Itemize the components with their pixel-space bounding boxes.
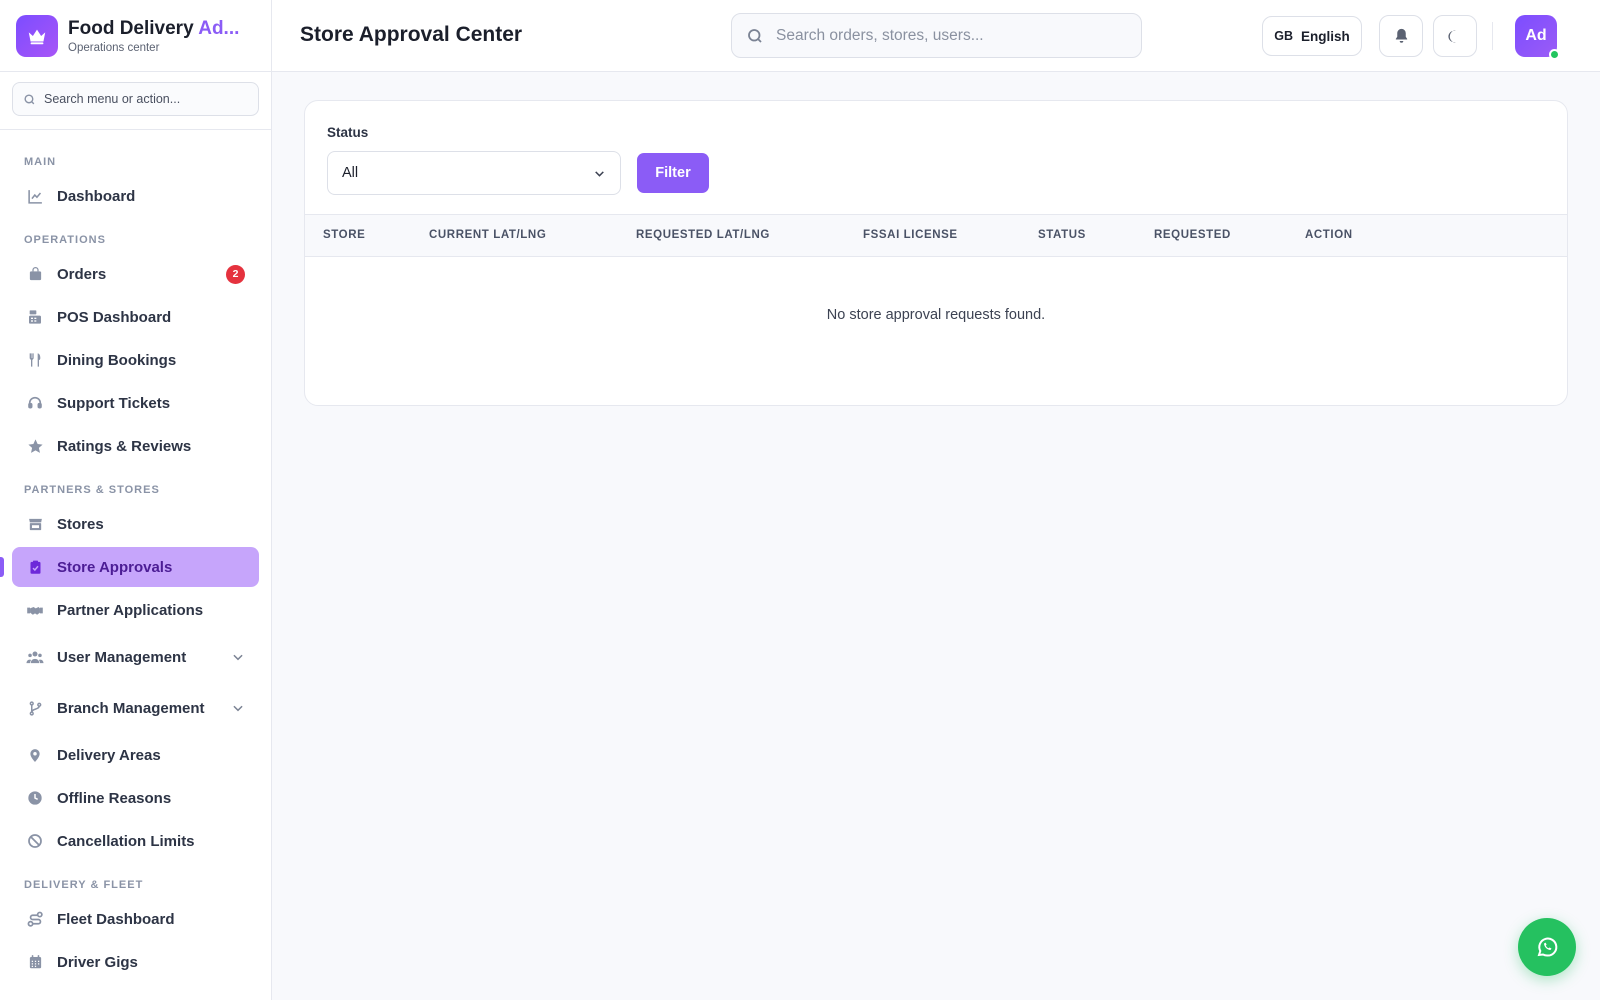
sidebar-item-support[interactable]: Support Tickets <box>12 383 259 423</box>
sidebar-item-dashboard[interactable]: Dashboard <box>12 176 259 216</box>
map-pin-icon <box>26 746 44 764</box>
star-icon <box>26 437 44 455</box>
clock-icon <box>26 789 44 807</box>
online-status-dot <box>1549 49 1560 60</box>
sidebar-item-label: Fleet Dashboard <box>57 910 175 928</box>
sidebar-item-label: Cancellation Limits <box>57 832 195 850</box>
sidebar-item-label: Delivery Areas <box>57 746 161 764</box>
column-header-store[interactable]: STORE <box>323 229 365 241</box>
code-branch-icon <box>26 699 44 717</box>
utensils-icon <box>26 351 44 369</box>
sidebar-item-label: Dining Bookings <box>57 351 177 369</box>
sidebar-nav: MAIN Dashboard OPERATIONS Orders 2 POS D… <box>0 130 271 982</box>
moon-icon <box>1447 29 1456 43</box>
chevron-down-icon[interactable] <box>231 650 245 664</box>
users-icon <box>26 648 44 666</box>
theme-toggle-button[interactable] <box>1433 15 1477 57</box>
sidebar-item-offline-reasons[interactable]: Offline Reasons <box>12 778 259 818</box>
bell-icon <box>1395 28 1407 43</box>
sidebar-item-ratings[interactable]: Ratings & Reviews <box>12 426 259 466</box>
sidebar-item-stores[interactable]: Stores <box>12 504 259 544</box>
header-divider <box>1492 22 1493 50</box>
handshake-icon <box>26 601 44 619</box>
orders-count-badge: 2 <box>226 264 245 284</box>
section-label-main: MAIN <box>24 156 57 168</box>
sidebar-item-partner-applications[interactable]: Partner Applications <box>12 590 259 630</box>
sidebar-search-input[interactable] <box>44 92 234 106</box>
section-label-partners: PARTNERS & STORES <box>24 484 160 496</box>
route-icon <box>26 910 44 928</box>
page-title: Store Approval Center <box>300 23 523 46</box>
chevron-down-icon <box>595 170 604 177</box>
whatsapp-chat-button[interactable] <box>1518 918 1576 976</box>
brand[interactable]: Food Delivery Ad... Operations center <box>0 0 271 72</box>
sidebar-item-driver-gigs[interactable]: Driver Gigs <box>12 942 259 982</box>
notifications-button[interactable] <box>1379 15 1423 57</box>
clipboard-check-icon <box>26 558 44 576</box>
filter-button[interactable]: Filter <box>637 153 709 193</box>
sidebar-item-orders[interactable]: Orders 2 <box>12 254 259 294</box>
flag-icon: GB <box>1274 29 1293 43</box>
sidebar-item-pos[interactable]: POS Dashboard <box>12 297 259 337</box>
calendar-icon <box>26 953 44 971</box>
empty-state-message: No store approval requests found. <box>826 307 1046 323</box>
column-header-action: ACTION <box>1305 229 1353 241</box>
column-header-fssai[interactable]: FSSAI LICENSE <box>863 229 958 241</box>
global-search <box>731 13 1142 58</box>
sidebar-item-dining[interactable]: Dining Bookings <box>12 340 259 380</box>
sidebar-item-label: Offline Reasons <box>57 789 172 807</box>
sidebar-item-branch-management[interactable]: Branch Management <box>12 684 259 732</box>
status-select[interactable]: All <box>327 151 621 195</box>
sidebar-item-label: Support Tickets <box>57 394 171 412</box>
global-search-input[interactable] <box>776 26 1116 45</box>
section-label-operations: OPERATIONS <box>24 234 106 246</box>
brand-title: Food Delivery Ad... <box>68 17 240 39</box>
sidebar-item-label: Branch Management <box>57 699 205 717</box>
filter-bar: Status All Filter <box>305 101 1567 214</box>
store-icon <box>26 515 44 533</box>
sidebar-item-label: Ratings & Reviews <box>57 437 192 455</box>
status-filter-label: Status <box>327 125 369 140</box>
search-icon <box>24 93 35 104</box>
sidebar-item-cancellation-limits[interactable]: Cancellation Limits <box>12 821 259 861</box>
whatsapp-icon <box>1537 937 1558 957</box>
sidebar-item-label: Driver Gigs <box>57 953 138 971</box>
bag-icon <box>26 265 44 283</box>
column-header-current[interactable]: CURRENT LAT/LNG <box>429 229 546 241</box>
chart-line-icon <box>26 187 44 205</box>
crown-icon <box>16 14 58 57</box>
chevron-down-icon[interactable] <box>231 701 245 715</box>
column-header-requested-latlng[interactable]: REQUESTED LAT/LNG <box>636 229 770 241</box>
cash-register-icon <box>26 308 44 326</box>
search-icon <box>748 28 762 43</box>
sidebar-item-label: Orders <box>57 265 107 283</box>
sidebar-item-label: Partner Applications <box>57 601 204 619</box>
sidebar-item-fleet-dashboard[interactable]: Fleet Dashboard <box>12 899 259 939</box>
sidebar: Food Delivery Ad... Operations center MA… <box>0 0 272 1000</box>
status-select-value: All <box>342 165 359 181</box>
section-label-fleet: DELIVERY & FLEET <box>24 879 144 891</box>
sidebar-item-label: Stores <box>57 515 104 533</box>
sidebar-item-label: Store Approvals <box>57 558 173 576</box>
sidebar-item-label: User Management <box>57 648 187 666</box>
sidebar-item-store-approvals[interactable]: Store Approvals <box>0 547 259 587</box>
approvals-card: Status All Filter STORE CURRENT LAT/LNG … <box>304 100 1568 406</box>
column-header-status[interactable]: STATUS <box>1038 229 1086 241</box>
ban-icon <box>26 832 44 850</box>
user-avatar[interactable]: Ad <box>1515 15 1560 60</box>
sidebar-search <box>12 82 259 116</box>
sidebar-item-user-management[interactable]: User Management <box>12 633 259 681</box>
sidebar-item-delivery-areas[interactable]: Delivery Areas <box>12 735 259 775</box>
avatar-initials: Ad <box>1525 27 1547 44</box>
top-header: Store Approval Center GB English Ad <box>272 0 1600 72</box>
language-selector[interactable]: GB English <box>1262 16 1362 56</box>
language-label: English <box>1300 28 1350 44</box>
sidebar-item-label: Dashboard <box>57 187 136 205</box>
headset-icon <box>26 394 44 412</box>
sidebar-item-label: POS Dashboard <box>57 308 172 326</box>
brand-subtitle: Operations center <box>68 41 160 54</box>
column-header-requested[interactable]: REQUESTED <box>1154 229 1231 241</box>
table-header: STORE CURRENT LAT/LNG REQUESTED LAT/LNG … <box>305 214 1567 257</box>
